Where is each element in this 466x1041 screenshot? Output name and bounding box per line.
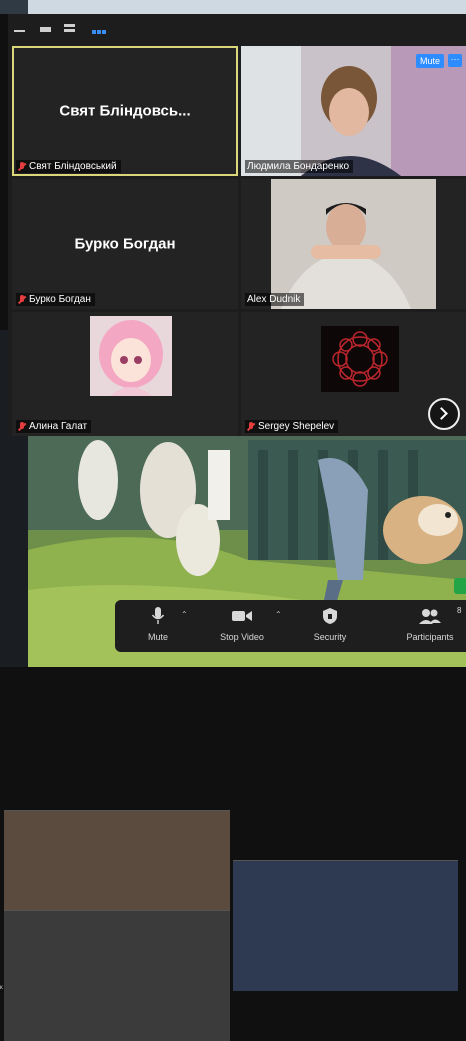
participant-name: Свят Бліндовський <box>29 161 117 172</box>
mic-muted-icon <box>247 421 255 432</box>
video-camera-icon <box>232 611 252 621</box>
participant-display-name: Свят Бліндовсь... <box>59 102 191 120</box>
participant-video <box>241 179 466 309</box>
participant-tile[interactable]: Alex Dudnik <box>241 179 466 309</box>
participant-name-tag: Sergey Shepelev <box>245 420 339 433</box>
video-options-caret[interactable]: ⌃ <box>275 610 282 619</box>
next-page-button[interactable] <box>428 398 460 430</box>
participant-name: Бурко Богдан <box>29 294 91 305</box>
mute-options-caret[interactable]: ⌃ <box>181 610 188 619</box>
participant-display-name: Бурко Богдан <box>74 235 176 253</box>
participant-tile[interactable]: Mute ··· Людмила Бондаренко <box>241 46 466 176</box>
participant-more-button[interactable]: ··· <box>448 54 462 67</box>
strip-view-icon[interactable] <box>64 24 78 36</box>
float-icon[interactable] <box>40 24 54 36</box>
participant-name-tag: Людмила Бондаренко <box>245 160 354 173</box>
participant-name-tag: Бурко Богдан <box>16 293 95 306</box>
desktop-top-bright <box>28 0 466 14</box>
participants-button[interactable]: 8 Participants <box>395 604 465 642</box>
participant-name: Alex Dudnik <box>247 294 301 305</box>
participant-tile[interactable]: Sergey Shepelev <box>241 312 466 436</box>
shield-icon <box>323 608 337 624</box>
participant-name: Sergey Shepelev <box>258 421 335 432</box>
mic-muted-icon <box>18 294 26 305</box>
red-pattern-avatar <box>321 326 399 392</box>
participants-label: Participants <box>406 632 454 642</box>
stop-video-label: Stop Video <box>220 632 264 642</box>
stop-video-button[interactable]: Stop Video <box>207 604 277 642</box>
gallery-view-icon[interactable] <box>92 22 108 70</box>
green-status-button[interactable] <box>454 578 466 594</box>
mic-muted-icon <box>18 421 26 432</box>
meeting-controls-bar: Mute ⌃ Stop Video ⌃ Security 8 Participa… <box>115 600 466 652</box>
anime-avatar <box>90 316 172 396</box>
participant-tile[interactable]: Алина Галат <box>12 312 238 436</box>
participants-count: 8 <box>457 606 462 615</box>
participant-tile[interactable]: Бурко Богдан Бурко Богдан <box>12 179 238 309</box>
participant-name: Людмила Бондаренко <box>247 161 350 172</box>
side-label: к <box>0 985 3 991</box>
participant-name-tag: Алина Галат <box>16 420 92 433</box>
minimize-icon[interactable] <box>14 24 28 36</box>
participant-tile[interactable]: Свят Бліндовсь... Свят Бліндовський <box>12 46 238 176</box>
participant-name: Алина Галат <box>29 421 88 432</box>
participant-mute-button[interactable]: Mute <box>415 54 444 68</box>
security-button[interactable]: Security <box>295 604 365 642</box>
participants-icon <box>419 609 441 624</box>
side-thumbnail <box>4 910 230 1041</box>
participant-name-tag: Свят Бліндовський <box>16 160 121 173</box>
security-label: Security <box>313 632 347 642</box>
zoom-meeting-window: Свят Бліндовсь... Свят Бліндовський Mute… <box>8 14 466 436</box>
participant-name-tag: Alex Dudnik <box>245 293 305 306</box>
view-toolbar <box>8 14 466 70</box>
side-thumbnail <box>233 860 458 991</box>
microphone-icon <box>151 607 165 624</box>
mic-muted-icon <box>18 161 26 172</box>
mute-label: Mute <box>147 632 168 642</box>
